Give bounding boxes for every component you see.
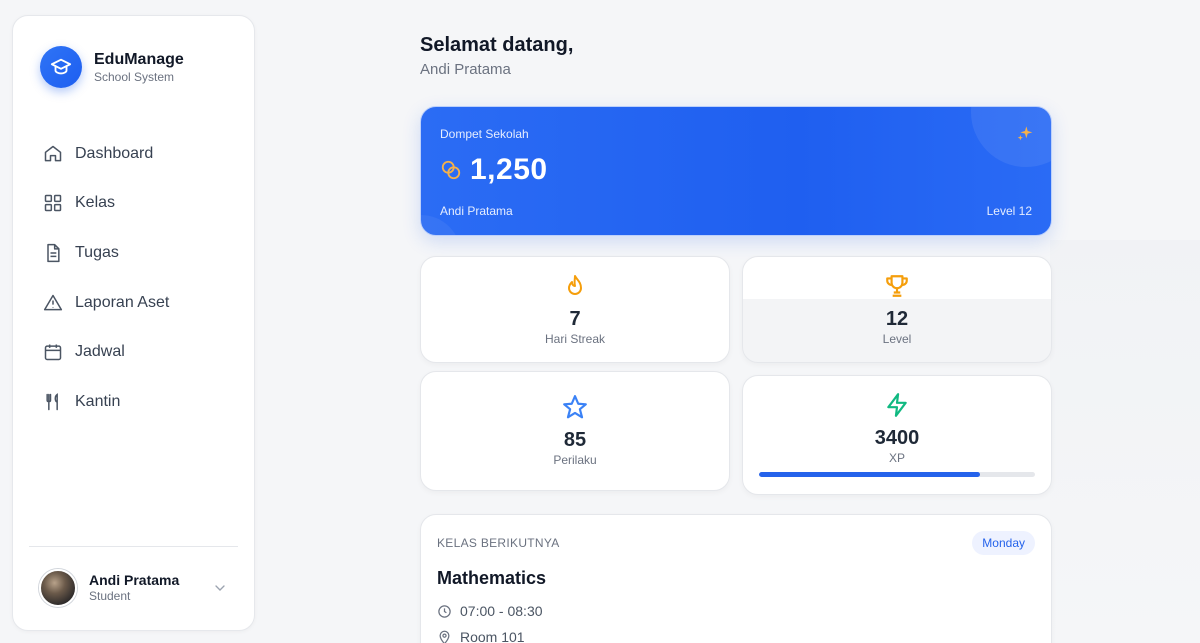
wallet-level: Level 12 — [986, 204, 1032, 218]
stat-value: 12 — [885, 308, 909, 330]
stat-value: 3400 — [874, 427, 920, 449]
lightning-icon — [884, 392, 910, 418]
stat-label: Hari Streak — [544, 332, 606, 346]
greeting-title: Selamat datang, — [420, 34, 574, 56]
sidebar-item-label: Jadwal — [75, 343, 125, 361]
sidebar-item-kantin[interactable]: Kantin — [43, 377, 169, 427]
user-role: Student — [89, 589, 131, 603]
stat-label: Level — [882, 332, 912, 346]
sidebar-divider — [29, 546, 238, 547]
stat-label: Perilaku — [553, 453, 597, 467]
card-decoration — [971, 107, 1051, 167]
sparkle-icon — [1017, 126, 1033, 141]
wallet-owner: Andi Pratama — [440, 204, 513, 218]
graduation-cap-icon — [40, 46, 82, 88]
sidebar-item-laporan-aset[interactable]: Laporan Aset — [43, 278, 169, 328]
utensils-icon — [43, 392, 63, 412]
greeting: Selamat datang, Andi Pratama — [420, 33, 573, 78]
xp-progress-bar — [759, 472, 1035, 477]
stat-card-behavior[interactable]: 85 Perilaku — [420, 371, 730, 491]
avatar — [39, 569, 77, 607]
day-badge: Monday — [972, 531, 1035, 555]
sidebar: EduManage School System Dashboard Kelas … — [12, 15, 255, 631]
wallet-amount: 1,250 — [470, 153, 548, 186]
next-class-card[interactable]: KELAS BERIKUTNYA Monday Mathematics 07:0… — [420, 514, 1052, 643]
stat-value: 7 — [569, 308, 581, 330]
stat-value: 85 — [563, 429, 587, 451]
class-time: 07:00 - 08:30 — [460, 603, 543, 619]
coins-icon — [441, 160, 461, 180]
user-menu[interactable]: Andi Pratama Student — [39, 569, 236, 607]
next-class-heading: KELAS BERIKUTNYA — [437, 536, 560, 550]
brand-subtitle: School System — [94, 69, 175, 84]
card-decoration — [421, 215, 461, 235]
stat-label: XP — [888, 451, 905, 465]
sidebar-item-label: Tugas — [75, 243, 119, 261]
calendar-icon — [43, 342, 63, 362]
sidebar-item-label: Laporan Aset — [75, 293, 170, 311]
class-time-row: 07:00 - 08:30 — [437, 603, 543, 619]
user-name: Andi Pratama — [89, 572, 180, 588]
xp-progress-fill — [759, 472, 980, 477]
class-room-row: Room 101 — [437, 629, 525, 643]
clock-icon — [438, 604, 451, 618]
sidebar-item-label: Kantin — [75, 392, 121, 410]
grid-icon — [43, 193, 63, 213]
wallet-label: Dompet Sekolah — [440, 127, 529, 141]
location-pin-icon — [439, 630, 450, 643]
brand-name: EduManage — [94, 50, 184, 68]
star-icon — [562, 394, 588, 420]
stat-card-xp[interactable]: 3400 XP — [742, 375, 1052, 495]
greeting-name: Andi Pratama — [420, 61, 511, 78]
trophy-icon — [884, 273, 910, 299]
stat-card-streak[interactable]: 7 Hari Streak — [420, 256, 730, 363]
stat-card-level[interactable]: 12 Level — [742, 256, 1052, 363]
background-decoration — [1050, 240, 1200, 643]
brand[interactable]: EduManage School System — [40, 46, 184, 88]
warning-icon — [43, 293, 63, 313]
sidebar-item-tugas[interactable]: Tugas — [43, 228, 169, 278]
sidebar-item-label: Kelas — [75, 194, 116, 212]
sidebar-nav: Dashboard Kelas Tugas Laporan Aset Jadwa… — [43, 129, 169, 427]
sidebar-item-jadwal[interactable]: Jadwal — [43, 327, 169, 377]
sidebar-item-label: Dashboard — [75, 144, 154, 162]
document-icon — [43, 243, 63, 263]
class-room: Room 101 — [460, 629, 525, 643]
sidebar-item-dashboard[interactable]: Dashboard — [43, 129, 169, 179]
wallet-card[interactable]: Dompet Sekolah 1,250 Andi Pratama Level … — [420, 106, 1052, 236]
home-icon — [43, 144, 63, 164]
sidebar-item-kelas[interactable]: Kelas — [43, 179, 169, 229]
chevron-down-icon[interactable] — [212, 580, 228, 596]
flame-icon — [562, 273, 588, 299]
class-subject: Mathematics — [437, 568, 547, 588]
